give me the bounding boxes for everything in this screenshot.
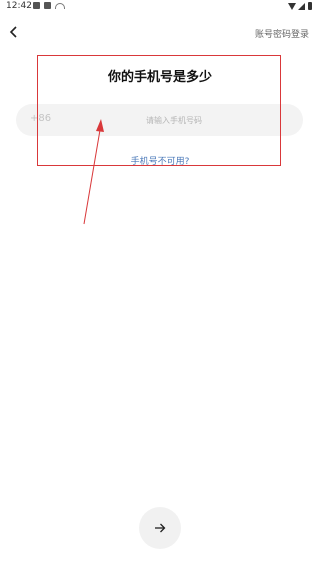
battery-icon <box>308 2 312 10</box>
arrow-left-icon <box>9 26 17 38</box>
system-icons <box>288 2 312 10</box>
phone-number-input[interactable] <box>76 104 291 136</box>
next-button[interactable] <box>139 507 181 549</box>
arrow-right-icon <box>155 523 166 533</box>
phone-login-screen: 12:42 账号密码登录 你的手机号是多少 +86 手机号不可用? <box>0 0 320 568</box>
notification-icons <box>33 2 65 9</box>
wifi-notification-icon <box>55 3 65 9</box>
country-code-selector[interactable]: +86 <box>30 113 51 124</box>
account-password-login-link[interactable]: 账号密码登录 <box>255 27 309 40</box>
page-title: 你的手机号是多少 <box>107 70 212 85</box>
status-time: 12:42 <box>6 1 32 11</box>
annotation-arrow <box>83 119 104 225</box>
phone-input-row: +86 <box>16 104 303 136</box>
gallery-notification-icon <box>33 2 40 9</box>
status-bar: 12:42 <box>0 0 320 14</box>
back-button[interactable] <box>4 22 24 42</box>
app-notification-icon <box>44 2 51 9</box>
phone-unavailable-link[interactable]: 手机号不可用? <box>0 154 320 167</box>
wifi-icon <box>288 3 296 10</box>
signal-icon <box>298 3 305 10</box>
